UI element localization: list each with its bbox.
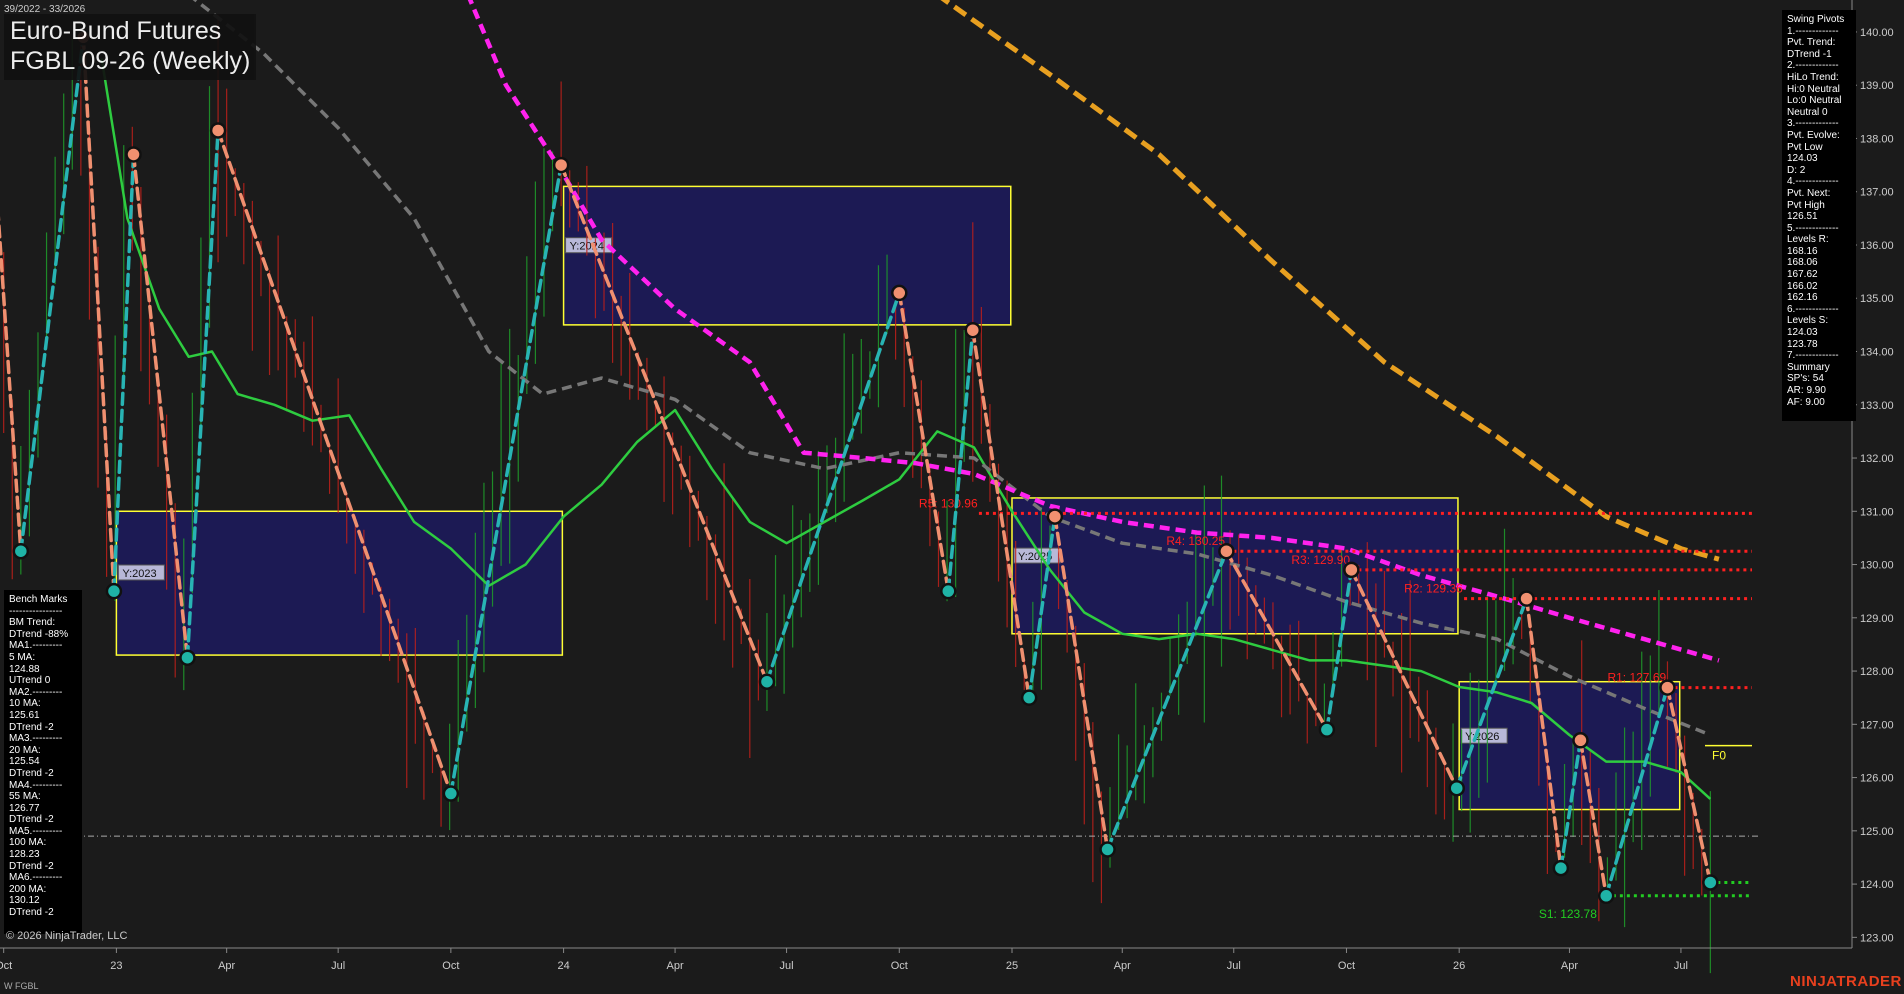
y-tick-label: 125.00 xyxy=(1860,826,1894,838)
swing-pivot-line xyxy=(0,215,23,553)
x-tick-label: Apr xyxy=(667,960,684,972)
swing-pivots-panel: Swing Pivots 1.------------- Pvt. Trend:… xyxy=(1782,10,1856,421)
swing-low-marker xyxy=(1020,689,1038,706)
f0-label: F0 xyxy=(1712,749,1726,763)
swing-low-marker xyxy=(105,582,123,600)
x-tick-label: Apr xyxy=(218,960,235,972)
year-boxes-layer: Y:2023Y:2024Y:2025Y:2026 xyxy=(115,185,1681,811)
y-tick-label: 128.00 xyxy=(1860,666,1894,678)
y-tick-label: 133.00 xyxy=(1860,400,1894,412)
y-tick-label: 123.00 xyxy=(1860,932,1894,944)
swing-high-marker xyxy=(1518,590,1535,607)
y-tick-label: 129.00 xyxy=(1860,613,1894,625)
y-tick-label: 124.00 xyxy=(1860,879,1894,891)
y-tick-label: 127.00 xyxy=(1860,719,1894,731)
x-tick-label: 24 xyxy=(557,960,569,972)
swing-low-marker xyxy=(1099,841,1116,858)
x-tick-label: Jul xyxy=(1674,960,1688,972)
swing-high-marker xyxy=(125,146,142,163)
swing-low-marker xyxy=(758,673,776,690)
y-tick-label: 136.00 xyxy=(1860,240,1894,252)
swing-low-marker xyxy=(940,582,957,600)
bench-marks-panel: Bench Marks ---------------- BM Trend: D… xyxy=(4,590,82,934)
resistance-label: R4: 130.25 xyxy=(1166,534,1225,548)
swing-pivot-line xyxy=(216,128,453,796)
x-tick-label: Jul xyxy=(780,960,794,972)
resistance-label: R3: 129.90 xyxy=(1291,553,1350,567)
resistance-label: R5: 130.96 xyxy=(919,496,978,510)
x-tick-label: 23 xyxy=(110,960,122,972)
copyright-notice: © 2026 NinjaTrader, LLC xyxy=(6,930,128,942)
y-tick-label: 134.00 xyxy=(1860,347,1894,359)
moving-average-20 xyxy=(100,58,1712,800)
year-box xyxy=(562,185,1012,326)
swing-low-marker xyxy=(1318,721,1336,738)
chart-title: Euro-Bund Futures xyxy=(10,17,222,45)
x-tick-label: Apr xyxy=(1114,960,1131,972)
swing-high-marker xyxy=(209,122,227,139)
swing-low-marker xyxy=(179,649,196,666)
y-tick-label: 126.00 xyxy=(1860,773,1894,785)
year-box xyxy=(1458,680,1681,811)
y-tick-label: 139.00 xyxy=(1860,80,1894,92)
x-tick-label: Oct xyxy=(0,960,12,972)
year-box-label: Y:2023 xyxy=(122,568,156,580)
x-tick-label: 26 xyxy=(1453,960,1465,972)
x-tick-label: Oct xyxy=(891,960,908,972)
x-tick-label: Apr xyxy=(1561,960,1578,972)
swing-pivot-line xyxy=(897,291,951,593)
swing-pivot-line xyxy=(19,35,86,553)
x-tick-label: 25 xyxy=(1006,960,1018,972)
swing-pivot-line xyxy=(81,35,116,593)
swing-high-marker xyxy=(891,284,908,302)
swing-high-marker xyxy=(1572,732,1589,749)
swing-high-marker xyxy=(964,321,982,339)
y-tick-label: 131.00 xyxy=(1860,506,1894,518)
x-tick-label: Jul xyxy=(331,960,345,972)
swing-high-marker xyxy=(1659,679,1676,696)
swing-high-marker xyxy=(552,156,570,174)
swing-pivot-line xyxy=(946,328,975,593)
x-tick-label: Oct xyxy=(442,960,459,972)
chart-subtitle: FGBL 09-26 (Weekly) xyxy=(10,47,251,75)
moving-average-200 xyxy=(940,0,1720,562)
axes-layer: 123.00 124.00 125.00 126.00 127.00 128.00 129.… xyxy=(0,0,1894,972)
swing-low-marker xyxy=(1448,779,1465,797)
x-tick-label: Jul xyxy=(1227,960,1241,972)
brand-logo: NINJATRADER xyxy=(1790,973,1902,990)
swing-low-marker xyxy=(1702,874,1719,891)
x-tick-label: Oct xyxy=(1338,960,1355,972)
swing-low-marker xyxy=(12,542,30,560)
moving-averages-layer xyxy=(100,0,1720,800)
swing-low-marker xyxy=(1552,859,1570,877)
price-bars-layer xyxy=(3,14,1760,974)
resistance-label: R2: 129.36 xyxy=(1404,582,1463,596)
support-label: S1: 123.78 xyxy=(1539,907,1597,921)
swing-low-marker xyxy=(1597,887,1615,905)
y-tick-label: 137.00 xyxy=(1860,187,1894,199)
resistance-label: R1: 127.69 xyxy=(1607,671,1666,685)
chart-title-box: Euro-Bund Futures FGBL 09-26 (Weekly) xyxy=(4,14,257,80)
y-tick-label: 138.00 xyxy=(1860,133,1894,145)
swing-high-marker xyxy=(1343,561,1360,579)
swing-high-marker xyxy=(1218,542,1235,560)
weekly-price-chart[interactable]: Y:2023Y:2024Y:2025Y:2026 R5: 130.96 R4: 1… xyxy=(0,0,1904,994)
swing-pivot-line xyxy=(765,291,902,684)
series-label: W FGBL xyxy=(4,981,39,991)
y-tick-label: 130.00 xyxy=(1860,560,1894,572)
y-tick-label: 135.00 xyxy=(1860,293,1894,305)
swing-pivot-line xyxy=(449,163,563,796)
y-tick-label: 140.00 xyxy=(1860,27,1894,39)
y-tick-label: 132.00 xyxy=(1860,453,1894,465)
swing-low-marker xyxy=(442,785,460,802)
swing-high-marker xyxy=(1046,508,1064,525)
